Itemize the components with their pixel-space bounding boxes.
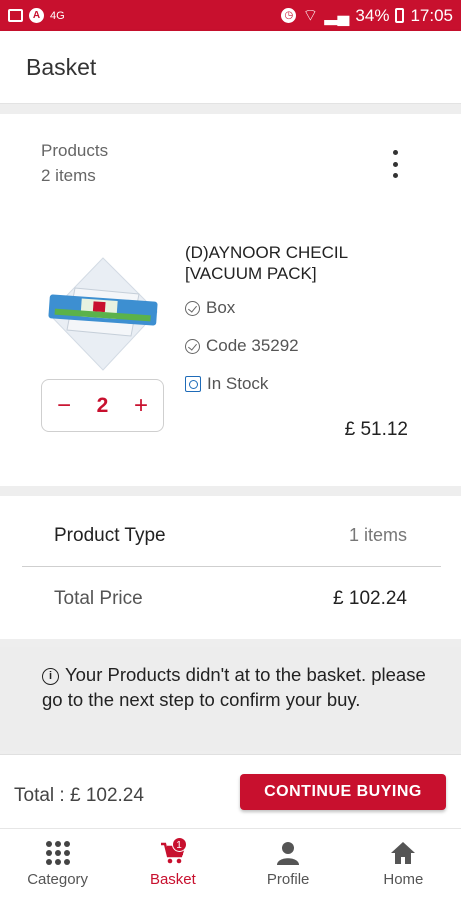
bottom-nav: Category 1 Basket Profile Home xyxy=(0,828,461,900)
status-left: A 4G xyxy=(8,8,65,23)
wifi-icon: ⌔ xyxy=(302,6,319,25)
network-type: 4G xyxy=(50,9,65,22)
product-code: Code 35292 xyxy=(206,336,299,355)
cart-badge: 1 xyxy=(171,837,187,852)
product-price: £ 51.12 xyxy=(344,419,408,440)
nav-label-home: Home xyxy=(383,871,424,888)
battery-icon xyxy=(395,8,405,23)
info-notice: i Your Products didn't at to the basket. … xyxy=(0,647,461,751)
product-unit: Box xyxy=(206,298,236,317)
continue-buying-button[interactable]: CONTINUE BUYING xyxy=(240,774,446,810)
quantity-value: 2 xyxy=(96,393,109,417)
product-name[interactable]: (D)AYNOOR CHECIL [VACUUM PACK] xyxy=(185,242,405,284)
status-right: ◷ ⌔ ▂▄ 34% 17:05 xyxy=(281,5,453,26)
increase-quantity-button[interactable]: + xyxy=(129,393,153,418)
checkout-total: Total : £ 102.24 xyxy=(14,785,144,806)
home-icon xyxy=(391,842,416,864)
nav-item-category[interactable]: Category xyxy=(0,829,115,900)
product-stock-row: In Stock xyxy=(185,374,268,394)
decrease-quantity-button[interactable]: − xyxy=(52,393,76,418)
product-type-value: 1 items xyxy=(348,525,407,545)
nav-label-profile: Profile xyxy=(266,871,310,888)
products-label: Products xyxy=(41,141,109,160)
summary-divider xyxy=(22,566,441,567)
products-count: 2 items xyxy=(41,166,96,185)
info-icon: i xyxy=(42,668,59,685)
status-bar: A 4G ◷ ⌔ ▂▄ 34% 17:05 xyxy=(0,0,461,31)
product-unit-row: Box xyxy=(185,298,235,318)
total-price-value: £ 102.24 xyxy=(333,588,407,609)
app-notification-icon: A xyxy=(29,8,44,23)
alarm-icon: ◷ xyxy=(281,8,297,23)
notice-text-wrap: i Your Products didn't at to the basket. … xyxy=(42,662,432,712)
check-circle-icon xyxy=(185,338,200,354)
gallery-icon xyxy=(8,9,23,22)
nav-item-profile[interactable]: Profile xyxy=(231,829,346,900)
nav-label-category: Category xyxy=(27,871,89,888)
product-stock: In Stock xyxy=(207,374,269,393)
nav-item-home[interactable]: Home xyxy=(346,829,461,900)
notice-message: Your Products didn't at to the basket. p… xyxy=(42,664,426,710)
signal-icon: ▂▄ xyxy=(324,5,350,25)
battery-percent: 34% xyxy=(355,5,390,25)
app-bar: Basket xyxy=(0,31,461,104)
check-circle-icon xyxy=(185,300,200,316)
total-price-label: Total Price xyxy=(54,588,143,609)
clock: 17:05 xyxy=(410,5,453,25)
product-code-row: Code 35292 xyxy=(185,336,299,356)
checkout-bar: Total : £ 102.24 CONTINUE BUYING xyxy=(0,754,461,828)
stock-icon xyxy=(185,376,201,392)
nav-item-basket[interactable]: 1 Basket xyxy=(115,829,230,900)
nav-label-basket: Basket xyxy=(149,871,196,888)
person-icon xyxy=(277,842,300,865)
products-card: Products 2 items (D)AYNOOR CHECIL [VACUU… xyxy=(0,114,461,486)
page-title: Basket xyxy=(26,53,97,80)
more-options-icon[interactable] xyxy=(384,150,406,178)
quantity-stepper: − 2 + xyxy=(41,379,164,432)
grid-icon xyxy=(45,841,70,865)
product-image[interactable] xyxy=(45,254,161,374)
summary-card: Product Type 1 items Total Price £ 102.2… xyxy=(0,496,461,639)
product-type-label: Product Type xyxy=(54,525,166,546)
